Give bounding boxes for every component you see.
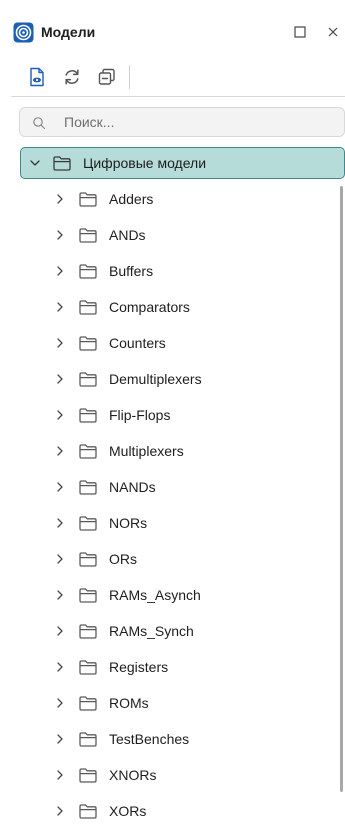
models-logo-icon: [13, 22, 34, 43]
toolbar-separator: [129, 65, 130, 89]
folder-icon: [79, 696, 97, 711]
folder-icon: [79, 804, 97, 819]
chevron-right-icon[interactable]: [54, 589, 66, 601]
tree-item-xnors[interactable]: XNORs: [0, 757, 330, 793]
chevron-right-icon[interactable]: [54, 481, 66, 493]
close-button[interactable]: [323, 22, 343, 42]
chevron-right-icon[interactable]: [54, 805, 66, 817]
maximize-icon: [294, 26, 306, 38]
tree-item-nors[interactable]: NORs: [0, 505, 330, 541]
chevron-right-icon[interactable]: [54, 301, 66, 313]
tree-item-ands[interactable]: ANDs: [0, 217, 330, 253]
tree-item-testbenches[interactable]: TestBenches: [0, 721, 330, 757]
chevron-right-icon[interactable]: [54, 769, 66, 781]
chevron-right-icon[interactable]: [54, 409, 66, 421]
folder-icon: [79, 300, 97, 315]
folder-icon: [53, 156, 71, 171]
chevron-right-icon[interactable]: [54, 517, 66, 529]
toolbar: [0, 64, 345, 94]
tree-item-nands[interactable]: NANDs: [0, 469, 330, 505]
folder-icon: [79, 732, 97, 747]
tree-item-label: Registers: [109, 659, 169, 675]
folder-icon: [79, 624, 97, 639]
collapse-all-icon: [97, 67, 117, 87]
tree-item-label: Comparators: [109, 299, 190, 315]
tree-item-label: XORs: [109, 803, 147, 819]
folder-icon: [79, 264, 97, 279]
tree-item-xors[interactable]: XORs: [0, 793, 330, 829]
chevron-right-icon[interactable]: [54, 553, 66, 565]
folder-icon: [79, 480, 97, 495]
folder-icon: [79, 588, 97, 603]
tree-item-roms[interactable]: ROMs: [0, 685, 330, 721]
tree-item-label: ORs: [109, 551, 137, 567]
folder-icon: [79, 660, 97, 675]
chevron-right-icon[interactable]: [54, 337, 66, 349]
models-panel: Модели Поиск... Цифровые модели Adders A…: [0, 0, 345, 837]
close-icon: [327, 26, 339, 38]
tree-item-ors[interactable]: ORs: [0, 541, 330, 577]
tree-item-multiplexers[interactable]: Multiplexers: [0, 433, 330, 469]
folder-icon: [79, 372, 97, 387]
tree-item-label: Counters: [109, 335, 166, 351]
tree-root-digital-models[interactable]: Цифровые модели: [20, 147, 345, 179]
chevron-right-icon[interactable]: [54, 229, 66, 241]
panel-title: Модели: [41, 24, 96, 40]
tree-item-buffers[interactable]: Buffers: [0, 253, 330, 289]
tree-item-comparators[interactable]: Comparators: [0, 289, 330, 325]
tree-root-label: Цифровые модели: [83, 155, 207, 171]
tree-item-label: Flip-Flops: [109, 407, 171, 423]
search-box: [19, 107, 345, 137]
tree-item-registers[interactable]: Registers: [0, 649, 330, 685]
tree-item-label: NANDs: [109, 479, 156, 495]
tree-item-label: Adders: [109, 191, 154, 207]
tree-item-label: RAMs_Asynch: [109, 587, 201, 603]
tree-item-rams-asynch[interactable]: RAMs_Asynch: [0, 577, 330, 613]
folder-icon: [79, 444, 97, 459]
panel-header: Модели: [0, 0, 345, 64]
chevron-right-icon[interactable]: [54, 265, 66, 277]
refresh-icon: [62, 67, 82, 87]
collapse-all-button[interactable]: [94, 64, 120, 90]
tree-item-label: XNORs: [109, 767, 157, 783]
folder-icon: [79, 228, 97, 243]
tree-item-adders[interactable]: Adders: [0, 181, 330, 217]
chevron-right-icon[interactable]: [54, 373, 66, 385]
folder-icon: [79, 516, 97, 531]
chevron-right-icon[interactable]: [54, 733, 66, 745]
tree-item-rams-synch[interactable]: RAMs_Synch: [0, 613, 330, 649]
tree-item-label: ROMs: [109, 695, 149, 711]
search-icon: [32, 116, 46, 130]
chevron-right-icon[interactable]: [54, 193, 66, 205]
tree-item-label: Multiplexers: [109, 443, 184, 459]
tree-item-label: NORs: [109, 515, 148, 531]
refresh-button[interactable]: [59, 64, 85, 90]
tree-list: Adders ANDs Buffers Comparators Counters…: [0, 181, 345, 829]
chevron-down-icon[interactable]: [29, 157, 41, 169]
folder-icon: [79, 192, 97, 207]
view-document-button[interactable]: [24, 64, 50, 90]
chevron-right-icon[interactable]: [54, 697, 66, 709]
tree-item-demultiplexers[interactable]: Demultiplexers: [0, 361, 330, 397]
view-document-icon: [28, 67, 46, 87]
folder-icon: [79, 768, 97, 783]
folder-icon: [79, 336, 97, 351]
search-input[interactable]: [64, 112, 334, 132]
folder-icon: [79, 408, 97, 423]
tree-item-label: Demultiplexers: [109, 371, 202, 387]
tree-item-label: RAMs_Synch: [109, 623, 194, 639]
tree-item-label: Buffers: [109, 263, 154, 279]
tree-item-counters[interactable]: Counters: [0, 325, 330, 361]
chevron-right-icon[interactable]: [54, 625, 66, 637]
tree-item-label: TestBenches: [109, 731, 190, 747]
chevron-right-icon[interactable]: [54, 661, 66, 673]
header-divider: [11, 96, 345, 97]
folder-icon: [79, 552, 97, 567]
tree-item-flip-flops[interactable]: Flip-Flops: [0, 397, 330, 433]
chevron-right-icon[interactable]: [54, 445, 66, 457]
vertical-scrollbar[interactable]: [340, 186, 343, 792]
maximize-button[interactable]: [290, 22, 310, 42]
tree-item-label: ANDs: [109, 227, 146, 243]
